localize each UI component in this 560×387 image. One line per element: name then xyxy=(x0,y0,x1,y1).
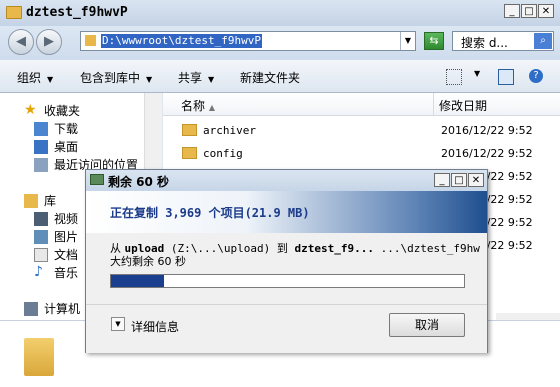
copy-summary: 正在复制 3,969 个项目(21.9 MB) xyxy=(110,206,310,220)
minimize-button[interactable]: _ xyxy=(504,4,520,18)
search-input[interactable]: 搜索 d... ⌕ xyxy=(452,31,554,51)
more-details-label[interactable]: 详细信息 xyxy=(131,318,179,335)
document-icon xyxy=(34,248,48,262)
nav-downloads[interactable]: 下载 xyxy=(34,120,78,138)
address-path: D:\wwwroot\dztest_f9hwvP xyxy=(101,34,262,48)
nav-libraries[interactable]: 库 xyxy=(24,192,56,210)
dialog-footer: ▼ 详细信息 取消 xyxy=(86,304,487,353)
star-icon: ★ xyxy=(24,102,37,118)
copy-progress-dialog: 剩余 60 秒 _ □ ✕ 正在复制 3,969 个项目(21.9 MB) 从 … xyxy=(85,169,488,353)
time-remaining: 大约剩余 60 秒 xyxy=(110,255,186,268)
window-titlebar: dztest_f9hwvP _ □ ✕ xyxy=(0,0,560,26)
folder-icon xyxy=(182,124,197,136)
view-icon[interactable] xyxy=(446,69,462,85)
computer-icon xyxy=(24,302,38,316)
folder-icon xyxy=(85,35,96,46)
search-icon[interactable]: ⌕ xyxy=(534,33,552,49)
folder-icon xyxy=(24,338,54,376)
dialog-header: 正在复制 3,969 个项目(21.9 MB) xyxy=(86,191,487,233)
folder-icon xyxy=(182,147,197,159)
close-button[interactable]: ✕ xyxy=(538,4,554,18)
nav-pictures[interactable]: 图片 xyxy=(34,228,78,246)
file-row[interactable]: archiver 2016/12/22 9:52 xyxy=(163,120,560,142)
cancel-button[interactable]: 取消 xyxy=(389,313,465,337)
picture-icon xyxy=(34,230,48,244)
desktop-icon xyxy=(34,140,48,154)
dialog-close-button[interactable]: ✕ xyxy=(468,173,484,187)
recent-places-icon xyxy=(34,158,48,172)
nav-documents[interactable]: 文档 xyxy=(34,246,78,264)
video-icon xyxy=(34,212,48,226)
folder-icon xyxy=(6,6,22,19)
nav-videos[interactable]: 视频 xyxy=(34,210,78,228)
share-menu[interactable]: 共享 ▼ xyxy=(178,69,214,86)
dialog-title: 剩余 60 秒 xyxy=(108,175,170,189)
library-icon xyxy=(24,194,38,208)
back-button[interactable]: ◀ xyxy=(8,29,34,55)
chevron-down-icon[interactable]: ▼ xyxy=(474,69,480,78)
search-placeholder: 搜索 d... xyxy=(461,36,508,50)
new-folder-button[interactable]: 新建文件夹 xyxy=(240,69,300,86)
dialog-minimize-button[interactable]: _ xyxy=(434,173,450,187)
dialog-maximize-button[interactable]: □ xyxy=(451,173,467,187)
forward-button[interactable]: ▶ xyxy=(36,29,62,55)
dest-link[interactable]: dztest_f9... xyxy=(294,242,373,255)
column-modified[interactable]: 修改日期 xyxy=(439,97,487,114)
copy-icon xyxy=(90,174,104,185)
window-title: dztest_f9hwvP xyxy=(26,5,128,20)
nav-favorites[interactable]: ★ 收藏夹 xyxy=(24,102,80,120)
address-bar-area: ◀ ▶ D:\wwwroot\dztest_f9hwvP ▼ ⇆ 搜索 d...… xyxy=(0,26,560,60)
chevron-down-icon[interactable]: ▼ xyxy=(400,32,415,50)
nav-music[interactable]: ♪ 音乐 xyxy=(34,264,78,282)
progress-bar xyxy=(110,274,465,288)
download-folder-icon xyxy=(34,122,48,136)
music-icon: ♪ xyxy=(34,264,43,280)
help-icon[interactable]: ? xyxy=(529,69,543,83)
command-toolbar: 组织 ▼ 包含到库中 ▼ 共享 ▼ 新建文件夹 ▼ ? xyxy=(0,60,560,93)
refresh-button[interactable]: ⇆ xyxy=(424,32,444,50)
more-details-toggle[interactable]: ▼ xyxy=(111,317,125,331)
include-in-library-menu[interactable]: 包含到库中 ▼ xyxy=(80,69,152,86)
address-input[interactable]: D:\wwwroot\dztest_f9hwvP ▼ xyxy=(80,31,416,51)
maximize-button[interactable]: □ xyxy=(521,4,537,18)
nav-computer[interactable]: 计算机 xyxy=(24,300,80,318)
column-name[interactable]: 名称 ▲ xyxy=(181,97,215,114)
nav-desktop[interactable]: 桌面 xyxy=(34,138,78,156)
file-row[interactable]: config 2016/12/22 9:52 xyxy=(163,143,560,165)
preview-pane-icon[interactable] xyxy=(498,69,514,85)
organize-menu[interactable]: 组织 ▼ xyxy=(17,69,53,86)
dialog-titlebar: 剩余 60 秒 _ □ ✕ xyxy=(86,170,487,191)
column-header: 名称 ▲ 修改日期 xyxy=(163,93,560,116)
progress-fill xyxy=(111,275,164,287)
